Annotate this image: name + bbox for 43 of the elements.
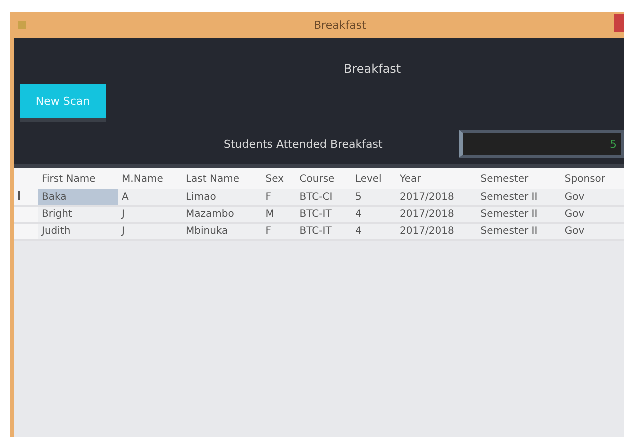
column-header[interactable]: Year [396,168,477,189]
count-field[interactable]: 5 [458,130,624,158]
header-title: Breakfast [344,62,402,76]
table-cell: Gov [560,206,624,223]
table-cell: BTC-IT [296,223,352,240]
column-header[interactable]: Level [351,168,396,189]
column-header[interactable]: First Name [38,168,118,189]
table-cell: Semester II [476,206,561,223]
table-cell: A [118,189,182,206]
table-cell: BTC-CI [296,189,352,206]
table-cell: F [262,189,296,206]
table-cell: M [262,206,296,223]
table-cell: Gov [560,189,624,206]
table-cell: 5 [351,189,396,206]
table-cell: 4 [351,206,396,223]
table-cell: J [118,206,182,223]
table-cell: Baka [38,189,118,206]
window-title: Breakfast [314,18,366,32]
column-header[interactable]: M.Name [118,168,182,189]
table-cell: Limao [182,189,262,206]
caption-label: Students Attended Breakfast [224,138,383,150]
table-cell: J [118,223,182,240]
close-button[interactable] [614,14,624,32]
app-icon [18,21,26,29]
table-cell: Mbinuka [182,223,262,240]
table-cell: BTC-IT [296,206,352,223]
column-header[interactable]: Sex [262,168,296,189]
column-header[interactable]: Last Name [182,168,262,189]
table-cell: Gov [560,223,624,240]
table-cell: 2017/2018 [396,206,477,223]
row-header[interactable] [14,189,38,206]
table-cell: Bright [38,206,118,223]
table-cell: Mazambo [182,206,262,223]
table-cell: 2017/2018 [396,189,477,206]
table-cell: Judith [38,223,118,240]
column-header[interactable]: Semester [476,168,561,189]
table-cell: Semester II [476,189,561,206]
table-cell: F [262,223,296,240]
column-header[interactable]: Course [296,168,352,189]
table-cell: 4 [351,223,396,240]
column-header[interactable]: Sponsor [560,168,624,189]
table-cell: 2017/2018 [396,223,477,240]
table-cell: Semester II [476,223,561,240]
